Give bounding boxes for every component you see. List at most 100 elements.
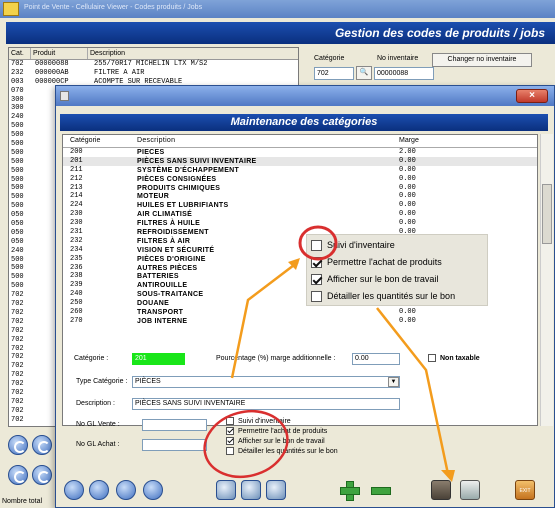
table-cell: 500 <box>11 282 24 291</box>
search-icon[interactable] <box>216 480 236 500</box>
table-cell: 702 <box>11 335 24 344</box>
form-suivi-inventaire[interactable]: Suivi d'inventaire <box>226 417 291 425</box>
table-cell: 250 <box>70 299 83 308</box>
first-icon[interactable] <box>64 480 84 500</box>
callout-permettre-achat[interactable]: Permettre l'achat de produits <box>311 254 442 270</box>
dialog-header: Maintenance des catégories <box>60 114 548 131</box>
table-row[interactable]: 213 PRODUITS CHIMIQUES 0.00 <box>63 184 537 193</box>
table-cell: 2.00 <box>399 148 416 156</box>
table-row[interactable]: 230 AIR CLIMATISÉ 0.00 <box>63 210 537 219</box>
callout-suivi-inventaire[interactable]: Suivi d'inventaire <box>311 237 395 253</box>
type-select[interactable]: PIÈCES <box>132 376 400 388</box>
exit-icon[interactable]: EXIT <box>515 480 535 500</box>
table-row[interactable]: 224 HUILES ET LUBRIFIANTS 0.00 <box>63 201 537 210</box>
marge-input[interactable]: 0.00 <box>352 353 400 365</box>
table-row[interactable]: 201 PIÈCES SANS SUIVI INVENTAIRE 0.00 <box>63 156 537 166</box>
category-table-header: Catégorie Description Marge <box>63 135 537 148</box>
first-icon[interactable] <box>8 435 28 455</box>
table-cell: 500 <box>11 175 24 184</box>
table-cell: 255/70R17 MICHELIN LTX M/S2 <box>94 60 208 68</box>
table-cell: 702 <box>11 371 24 380</box>
table-cell: 231 <box>70 228 83 237</box>
chevron-down-icon[interactable]: ▼ <box>388 377 399 387</box>
table-cell: 00000088 <box>35 60 69 68</box>
col-categorie[interactable]: Catégorie <box>70 137 100 144</box>
checkbox[interactable] <box>311 239 322 251</box>
checkbox-label: Suivi d'inventaire <box>327 240 395 250</box>
form-categorie-input[interactable]: 201 <box>132 353 185 365</box>
checkbox[interactable] <box>311 290 322 302</box>
description-input[interactable]: PIÈCES SANS SUIVI INVENTAIRE <box>132 398 400 410</box>
last-icon[interactable] <box>143 480 163 500</box>
previous-icon[interactable] <box>32 435 52 455</box>
table-cell: 702 <box>11 291 24 300</box>
main-header-title: Gestion des codes de produits / jobs <box>334 26 545 40</box>
no-inventaire-input[interactable]: 00000088 <box>374 67 434 80</box>
add-icon[interactable] <box>339 480 360 501</box>
scrollbar-thumb[interactable] <box>542 184 552 244</box>
close-icon[interactable]: × <box>516 89 548 103</box>
next-icon[interactable] <box>8 465 28 485</box>
table-row[interactable]: 260 TRANSPORT 0.00 <box>63 308 537 317</box>
search-icon[interactable]: 🔍 <box>356 66 372 80</box>
callout-detailler-quantites[interactable]: Détailler les quantités sur le bon <box>311 288 455 304</box>
table-row[interactable]: 211 SYSTÈME D'ÉCHAPPEMENT 0.00 <box>63 166 537 175</box>
zoom-icon[interactable] <box>241 480 261 500</box>
table-cell: 500 <box>11 202 24 211</box>
table-cell: 050 <box>11 220 24 229</box>
table-cell: ANTIROUILLE <box>137 282 188 290</box>
last-icon[interactable] <box>32 465 52 485</box>
col-description[interactable]: Description <box>88 48 298 59</box>
form-categorie-label: Catégorie : <box>74 355 109 362</box>
checkbox[interactable] <box>226 437 234 445</box>
next-icon[interactable] <box>116 480 136 500</box>
checkbox[interactable] <box>226 427 234 435</box>
table-cell: TRANSPORT <box>137 309 184 317</box>
table-cell: 500 <box>11 148 24 157</box>
dialog-toolbar: EXIT <box>56 476 554 508</box>
checkbox[interactable] <box>428 354 436 362</box>
gl-vente-input[interactable] <box>142 419 207 431</box>
form-permettre-achat[interactable]: Permettre l'achat de produits <box>226 427 327 435</box>
main-window-title: Point de Vente - Cellulaire Viewer - Cod… <box>24 4 203 11</box>
checkbox[interactable] <box>311 256 322 268</box>
table-row[interactable]: 270 JOB INTERNE 0.00 <box>63 317 537 326</box>
find-icon[interactable] <box>266 480 286 500</box>
table-row[interactable]: 214 MOTEUR 0.00 <box>63 192 537 201</box>
table-row[interactable]: 232 000000AB FILTRE A AIR <box>9 69 298 78</box>
dialog-titlebar[interactable]: × <box>56 86 554 106</box>
table-cell: 214 <box>70 192 83 201</box>
table-row[interactable]: 230 FILTRES À HUILE 0.00 <box>63 219 537 228</box>
col-produit[interactable]: Produit <box>31 48 88 59</box>
checkbox[interactable] <box>311 273 322 285</box>
description-label: Description : <box>76 400 115 407</box>
save-icon[interactable] <box>431 480 451 500</box>
table-cell: PIÈCES D'ORIGINE <box>137 255 206 263</box>
table-cell: 500 <box>11 166 24 175</box>
non-taxable-checkbox[interactable]: Non taxable <box>428 354 480 362</box>
table-cell: 0.00 <box>399 219 416 228</box>
changer-inventaire-button[interactable]: Changer no inventaire <box>432 53 532 67</box>
table-cell: 702 <box>11 317 24 326</box>
checkbox[interactable] <box>226 417 234 425</box>
print-icon[interactable] <box>460 480 480 500</box>
table-row[interactable]: 212 PIÈCES CONSIGNÉES 0.00 <box>63 175 537 184</box>
col-marge[interactable]: Marge <box>399 137 419 144</box>
table-cell: 500 <box>11 184 24 193</box>
table-row[interactable]: 200 PIECES 2.00 <box>63 148 537 157</box>
gl-achat-input[interactable] <box>142 439 207 451</box>
table-cell: 300 <box>11 104 24 113</box>
table-cell: 240 <box>70 290 83 299</box>
col-cat[interactable]: Cat. <box>9 48 31 59</box>
form-detailler-quantites[interactable]: Détailler les quantités sur le bon <box>226 447 338 455</box>
remove-icon[interactable] <box>370 480 391 500</box>
table-row[interactable]: 702 00000088 255/70R17 MICHELIN LTX M/S2 <box>9 60 298 69</box>
previous-icon[interactable] <box>89 480 109 500</box>
category-form: Catégorie : 201 Pourcentage (%) marge ad… <box>62 348 552 474</box>
type-label: Type Catégorie : <box>76 378 128 385</box>
form-afficher-bon[interactable]: Afficher sur le bon de travail <box>226 437 325 445</box>
col-description[interactable]: Description <box>137 137 175 144</box>
checkbox[interactable] <box>226 447 234 455</box>
callout-afficher-bon[interactable]: Afficher sur le bon de travail <box>311 271 438 287</box>
categorie-input[interactable]: 702 <box>314 67 354 80</box>
